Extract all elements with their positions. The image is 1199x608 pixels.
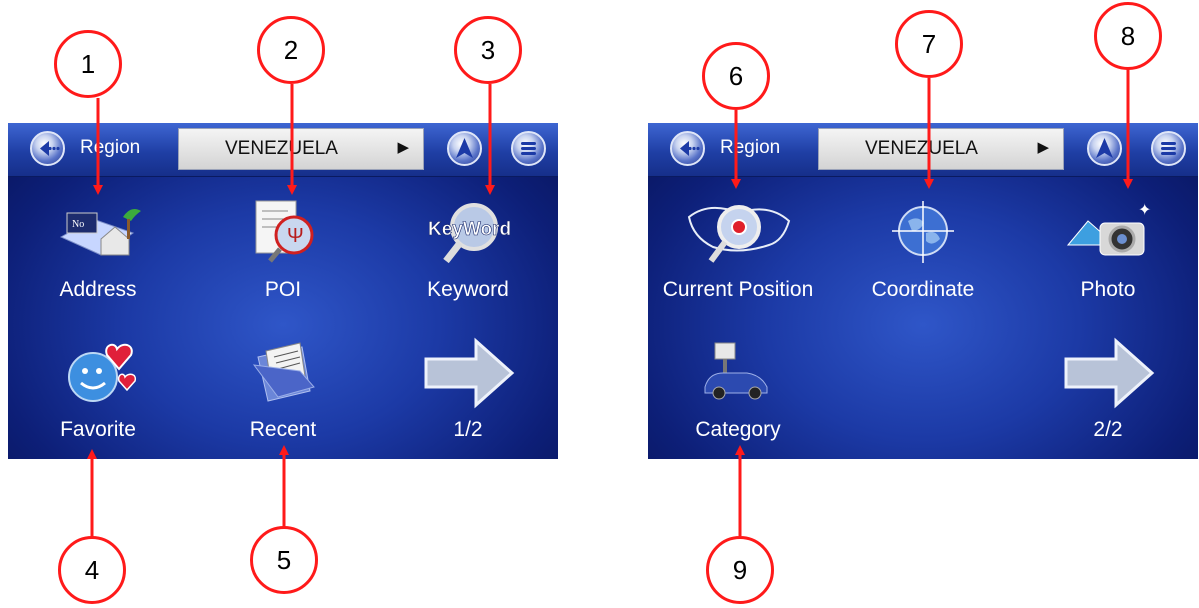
callout-2: 2: [257, 16, 325, 84]
callout-9: 9: [706, 536, 774, 604]
callout-5: 5: [250, 526, 318, 594]
callout-4: 4: [58, 536, 126, 604]
callout-arrows: [87, 69, 1133, 538]
callout-3: 3: [454, 16, 522, 84]
callout-6: 6: [702, 42, 770, 110]
callout-8: 8: [1094, 2, 1162, 70]
callout-7: 7: [895, 10, 963, 78]
callout-1: 1: [54, 30, 122, 98]
